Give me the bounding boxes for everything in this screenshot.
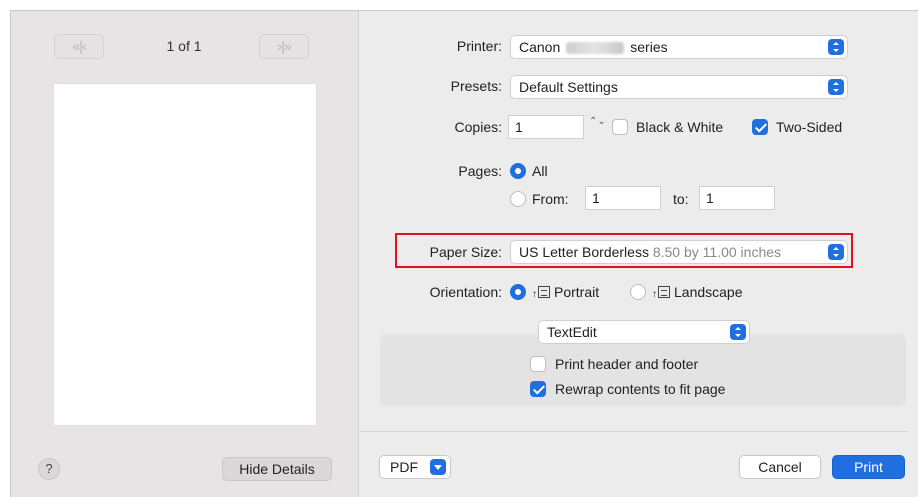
chevron-updown-icon — [730, 324, 746, 340]
pdf-button[interactable]: PDF — [379, 455, 451, 479]
arrow-icon: ↑ — [652, 289, 657, 300]
footer-divider — [360, 431, 908, 432]
pages-from-radio[interactable] — [510, 191, 526, 207]
app-section-value: TextEdit — [547, 324, 597, 340]
help-icon[interactable]: ? — [38, 458, 60, 480]
redacted-model — [566, 42, 625, 55]
rewrap-label: Rewrap contents to fit page — [555, 381, 726, 397]
hide-details-button[interactable]: Hide Details — [222, 457, 332, 481]
copies-stepper[interactable]: ⌃⌄ — [589, 117, 606, 139]
portrait-option: ↑ Portrait — [532, 284, 599, 300]
landscape-label: Landscape — [674, 284, 743, 300]
pdf-label: PDF — [390, 459, 418, 475]
two-sided-checkbox[interactable] — [752, 119, 768, 135]
pages-all-radio[interactable] — [510, 163, 526, 179]
paper-size-dimensions: 8.50 by 11.00 inches — [652, 244, 782, 260]
portrait-label: Portrait — [554, 284, 600, 300]
app-section-select[interactable]: TextEdit — [538, 320, 750, 344]
pages-from-label: From: — [532, 191, 569, 207]
paper-size-select[interactable]: US Letter Borderless 8.50 by 11.00 inche… — [510, 240, 848, 264]
paper-size-label: Paper Size: — [429, 244, 502, 260]
printer-select[interactable]: Canon series — [510, 35, 848, 59]
printer-name-prefix: Canon — [519, 39, 561, 55]
copies-field[interactable]: 1 — [508, 115, 584, 139]
printer-name-suffix: series — [630, 39, 668, 55]
portrait-radio[interactable] — [510, 284, 526, 300]
chevron-updown-icon — [828, 39, 844, 55]
chevron-updown-icon — [828, 79, 844, 95]
pages-to-field[interactable]: 1 — [699, 186, 775, 210]
presets-label: Presets: — [450, 78, 502, 94]
print-button[interactable]: Print — [832, 455, 905, 479]
landscape-option: ↑ Landscape — [652, 284, 743, 300]
page-indicator: 1 of 1 — [166, 38, 202, 54]
presets-select[interactable]: Default Settings — [510, 75, 848, 99]
pages-label: Pages: — [458, 163, 502, 179]
chevron-updown-icon — [828, 244, 844, 260]
paper-size-value: US Letter Borderless — [519, 244, 649, 260]
pages-all-label: All — [532, 163, 548, 179]
page-preview — [54, 84, 316, 425]
presets-value: Default Settings — [519, 79, 618, 95]
pages-to-label: to: — [673, 191, 689, 207]
printer-label: Printer: — [456, 38, 502, 54]
landscape-icon — [658, 286, 670, 298]
portrait-icon — [538, 286, 550, 298]
black-white-checkbox[interactable] — [612, 119, 628, 135]
copies-label: Copies: — [454, 119, 502, 135]
header-footer-label: Print header and footer — [555, 356, 699, 372]
first-previous-page-button[interactable]: «|‹ — [54, 34, 104, 59]
two-sided-label: Two-Sided — [776, 119, 843, 135]
arrow-icon: ↑ — [532, 289, 537, 300]
orientation-label: Orientation: — [429, 284, 502, 300]
rewrap-checkbox[interactable] — [530, 381, 546, 397]
pages-from-field[interactable]: 1 — [585, 186, 661, 210]
header-footer-checkbox[interactable] — [530, 356, 546, 372]
cancel-button[interactable]: Cancel — [739, 455, 821, 479]
chevron-down-icon — [430, 459, 446, 475]
landscape-radio[interactable] — [630, 284, 646, 300]
next-last-page-button[interactable]: ›|» — [259, 34, 309, 59]
black-white-label: Black & White — [636, 119, 724, 135]
preview-panel: «|‹ 1 of 1 ›|» ? Hide Details — [11, 11, 359, 497]
